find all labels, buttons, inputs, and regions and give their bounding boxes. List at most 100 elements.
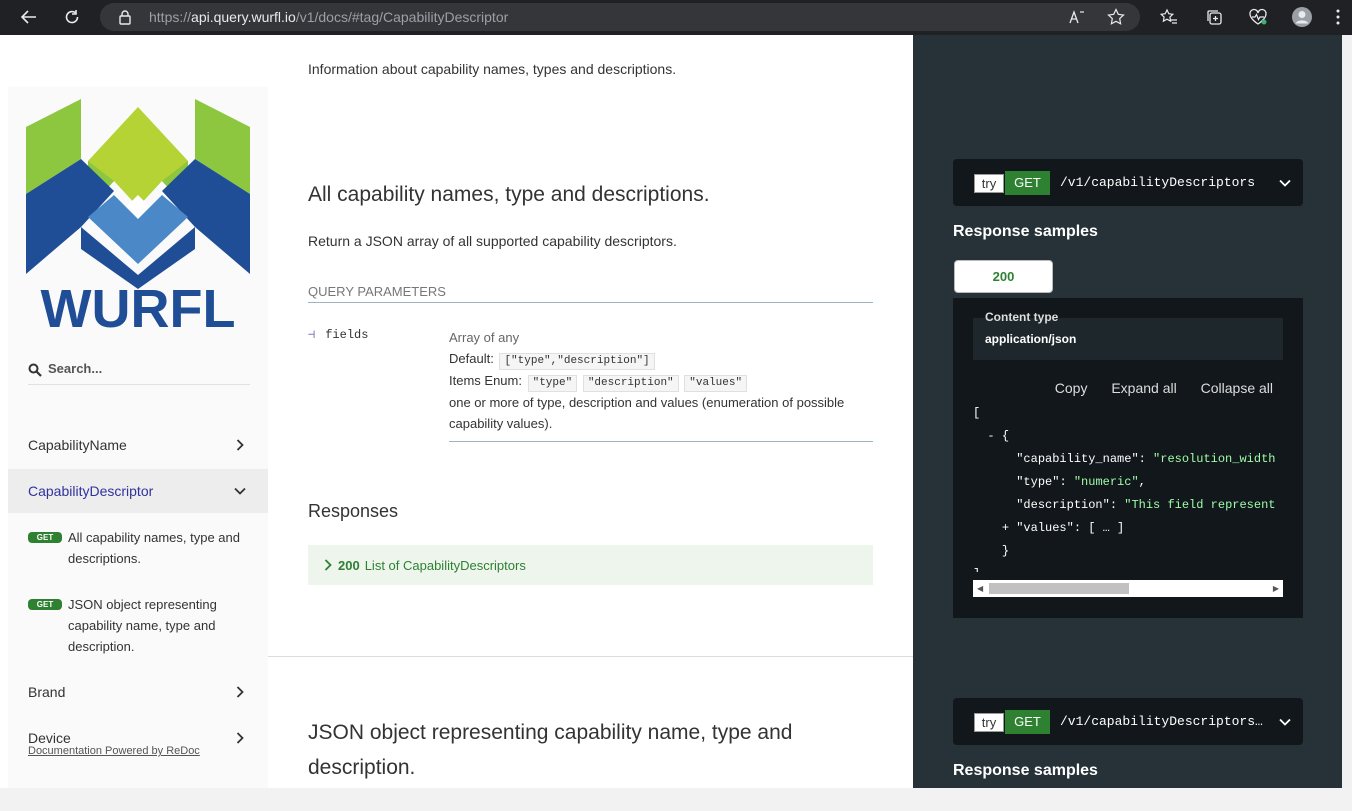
sidebar-item-brand[interactable]: Brand	[8, 670, 268, 714]
favorites-list-icon[interactable]	[1158, 6, 1180, 28]
chevron-down-icon[interactable]	[1279, 718, 1291, 726]
chevron-down-icon	[234, 487, 246, 495]
endpoint-bar[interactable]: try GET /v1/capabilityDescriptors/…	[953, 698, 1303, 745]
json-sample: [ - { "capability_name": "resolution_wid…	[973, 402, 1283, 572]
json-punct: [	[973, 406, 981, 420]
search-input[interactable]	[48, 361, 248, 376]
right-panel: try GET /v1/capabilityDescriptors Respon…	[913, 35, 1342, 788]
search-box	[28, 359, 250, 385]
param-branch-icon: ⊣	[308, 328, 316, 342]
json-collapsed[interactable]: [ … ]	[1088, 521, 1124, 535]
chevron-down-icon[interactable]	[1279, 179, 1291, 187]
sidebar: WURFL CapabilityName CapabilityDescripto…	[8, 87, 268, 788]
sidebar-item-label: Device	[28, 730, 71, 746]
enum-value-chip: "values"	[684, 375, 748, 392]
operation-title: All capability names, type and descripti…	[308, 183, 710, 206]
enum-value-chip: "type"	[527, 375, 578, 392]
param-type: Array of any	[449, 330, 520, 345]
param-description: one or more of type, description and val…	[449, 395, 845, 431]
wurfl-logo: WURFL	[26, 99, 250, 331]
svg-text:WURFL: WURFL	[41, 279, 236, 331]
collapse-all-button[interactable]: Collapse all	[1201, 380, 1273, 396]
page-horizontal-scrollbar[interactable]	[0, 788, 1352, 811]
code-actions: Copy Expand all Collapse all	[1035, 380, 1273, 396]
sidebar-subitem-capability-object[interactable]: GET JSON object representing capability …	[28, 594, 250, 660]
address-bar[interactable]: https://api.query.wurfl.io/v1/docs/#tag/…	[100, 3, 1140, 31]
refresh-icon[interactable]	[61, 6, 83, 28]
back-arrow-icon[interactable]	[18, 6, 40, 28]
copy-button[interactable]: Copy	[1055, 380, 1088, 396]
param-enum: Items Enum: "type" "description" "values…	[449, 370, 873, 392]
scroll-left-icon[interactable]: ◀	[977, 584, 983, 593]
default-value-chip: ["type","description"]	[499, 353, 655, 370]
sidebar-subitem-all-capabilities[interactable]: GET All capability names, type and descr…	[28, 527, 250, 575]
response-samples-heading: Response samples	[953, 223, 1098, 240]
json-string: "numeric"	[1073, 475, 1139, 489]
json-punct: ]	[973, 567, 980, 572]
get-method-label: GET	[1005, 710, 1050, 734]
json-string: "resolution_width	[1153, 452, 1276, 466]
json-key: "type"	[1016, 475, 1060, 489]
sidebar-subitem-label: All capability names, type and descripti…	[68, 530, 240, 566]
page-vertical-scrollbar[interactable]	[1342, 35, 1352, 788]
search-icon	[28, 363, 42, 377]
json-string: "This field represent	[1124, 498, 1276, 512]
query-parameters-heading: QUERY PARAMETERS	[308, 284, 873, 303]
endpoint-bar[interactable]: try GET /v1/capabilityDescriptors	[953, 159, 1303, 206]
expand-toggle[interactable]: +	[1002, 521, 1009, 535]
try-button[interactable]: try	[974, 713, 1004, 732]
more-menu-icon[interactable]	[1327, 6, 1349, 28]
health-icon[interactable]	[1247, 6, 1269, 28]
favorite-star-icon[interactable]	[1105, 6, 1127, 28]
content-type-box[interactable]: Content type application/json	[973, 310, 1283, 360]
json-punct: }	[1001, 544, 1010, 558]
response-samples-heading: Response samples	[953, 762, 1098, 779]
scroll-right-icon[interactable]: ▶	[1273, 584, 1279, 593]
chevron-right-icon	[236, 439, 244, 451]
redoc-powered-link[interactable]: Documentation Powered by ReDoc	[28, 745, 200, 757]
scrollbar-thumb[interactable]	[989, 583, 1129, 594]
operation-title: JSON object representing capability name…	[308, 721, 793, 779]
response-200-row[interactable]: 200 List of CapabilityDescriptors	[308, 545, 873, 585]
get-method-badge: GET	[28, 532, 62, 543]
chevron-right-icon	[236, 732, 244, 744]
json-key: "values"	[1016, 521, 1074, 535]
collections-icon[interactable]	[1203, 6, 1225, 28]
chevron-right-icon	[236, 686, 244, 698]
sidebar-item-label: CapabilityName	[28, 437, 127, 453]
response-code: 200	[338, 557, 360, 573]
param-name: ⊣ fields	[308, 328, 369, 342]
collapse-toggle[interactable]: -	[987, 429, 994, 443]
page-content: WURFL CapabilityName CapabilityDescripto…	[0, 35, 1342, 788]
param-default: Default: ["type","description"]	[449, 348, 873, 370]
profile-avatar-icon[interactable]	[1291, 6, 1313, 28]
tag-description: Information about capability names, type…	[308, 61, 677, 77]
operation-description: Return a JSON array of all supported cap…	[308, 233, 677, 249]
json-key: "description"	[1016, 498, 1110, 512]
section-divider	[268, 656, 913, 657]
response-tab-200[interactable]: 200	[954, 260, 1053, 293]
browser-toolbar: https://api.query.wurfl.io/v1/docs/#tag/…	[0, 0, 1352, 35]
sidebar-item-capabilitydescriptor[interactable]: CapabilityDescriptor	[8, 469, 268, 513]
content-type-value: application/json	[985, 332, 1077, 346]
endpoint-path: /v1/capabilityDescriptors	[1060, 175, 1256, 190]
expand-all-button[interactable]: Expand all	[1111, 380, 1176, 396]
url-text: https://api.query.wurfl.io/v1/docs/#tag/…	[149, 9, 509, 25]
endpoint-path: /v1/capabilityDescriptors/…	[1060, 714, 1270, 729]
json-key: "capability_name"	[1016, 452, 1139, 466]
sidebar-subitem-label: JSON object representing capability name…	[68, 597, 217, 654]
chevron-right-icon	[324, 559, 332, 571]
json-punct: {	[1001, 429, 1010, 443]
lock-icon	[119, 10, 131, 25]
sidebar-item-label: Brand	[28, 684, 66, 700]
response-sample-box: Content type application/json Copy Expan…	[953, 298, 1303, 618]
enum-value-chip: "description"	[582, 375, 679, 392]
sidebar-item-label: CapabilityDescriptor	[28, 483, 154, 499]
sidebar-item-capabilityname[interactable]: CapabilityName	[8, 423, 268, 467]
read-aloud-icon[interactable]	[1066, 6, 1088, 28]
try-button[interactable]: try	[974, 174, 1004, 193]
content-type-label: Content type	[985, 310, 1059, 324]
code-horizontal-scrollbar[interactable]: ◀ ▶	[973, 580, 1283, 597]
param-details: Array of any Default: ["type","descripti…	[449, 327, 873, 434]
response-label: List of CapabilityDescriptors	[364, 557, 526, 573]
